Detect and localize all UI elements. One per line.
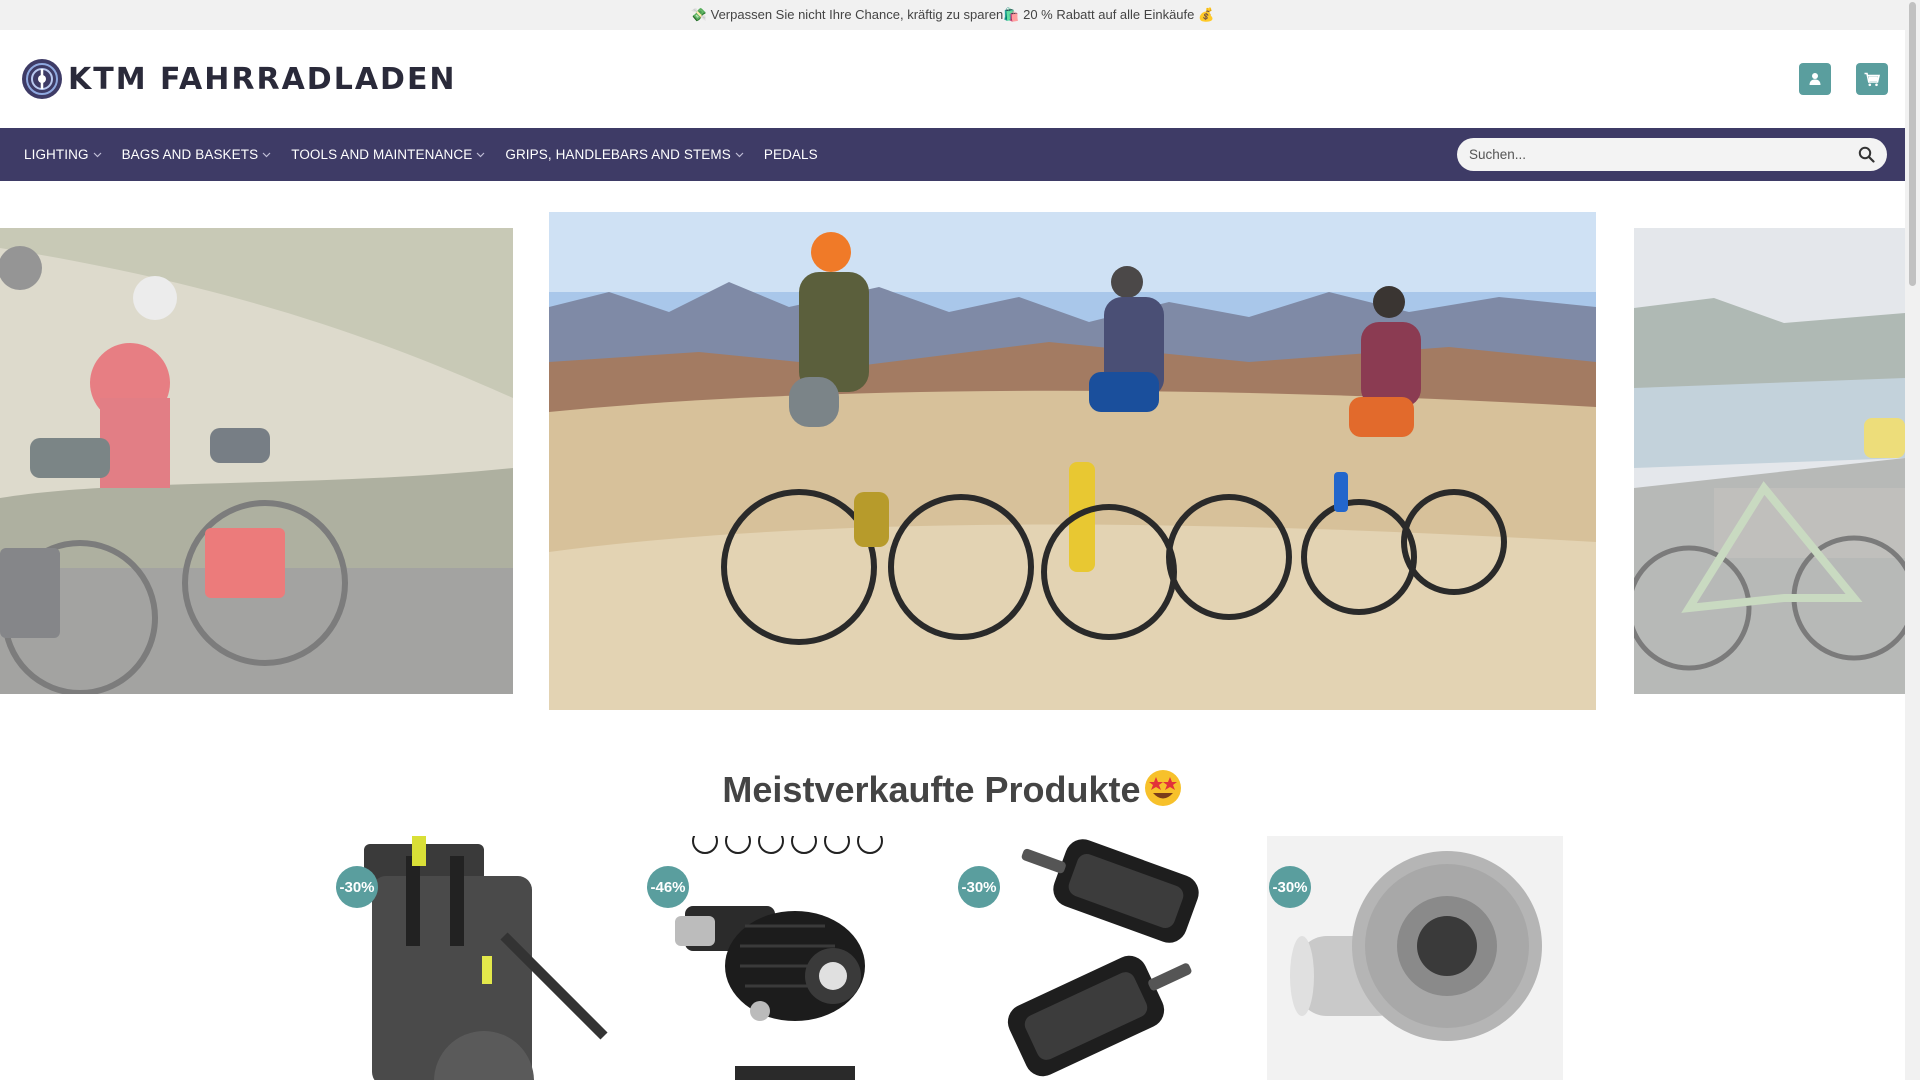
nav-item-label: TOOLS AND MAINTENANCE [291,147,473,162]
announcement-text: 💸 Verpassen Sie nicht Ihre Chance, kräft… [690,7,1215,22]
slide-left[interactable] [0,228,513,694]
nav-item-label: GRIPS, HANDLEBARS AND STEMS [505,147,731,162]
nav-item-grips-handlebars-stems[interactable]: GRIPS, HANDLEBARS AND STEMS [505,147,744,162]
chevron-down-icon [476,152,485,157]
user-icon [1809,73,1821,85]
logo-text: KTM FAHRRADLADEN [68,61,457,97]
cyclists-photo-left [0,228,513,694]
search-icon[interactable] [1858,146,1875,163]
page-scrollbar[interactable] [1905,0,1920,1080]
nav-item-pedals[interactable]: PEDALS [764,147,818,162]
nav-item-label: BAGS AND BASKETS [121,147,259,162]
nav-item-tools-and-maintenance[interactable]: TOOLS AND MAINTENANCE [291,147,485,162]
site-logo[interactable]: KTM FAHRRADLADEN [20,57,457,101]
product-image-black-pedals [956,836,1252,1080]
nav-item-label: PEDALS [763,147,818,162]
discount-badge: -30% [1269,866,1311,908]
product-image-bike-light [645,836,941,1080]
bikepacking-group-photo [549,212,1596,710]
hero-slider [0,181,1905,721]
chevron-down-icon [262,152,271,157]
product-card[interactable]: -30% [956,836,1252,1080]
discount-badge: -30% [958,866,1000,908]
product-card[interactable]: -46% [645,836,941,1080]
bestsellers-product-grid: -30% -46% -30% -30% [334,836,1564,1080]
slide-main[interactable] [549,212,1596,710]
product-card[interactable]: -30% [1267,836,1563,1080]
discount-badge: -30% [336,866,378,908]
site-header: KTM FAHRRADLADEN [0,30,1905,128]
nav-menu: LIGHTING BAGS AND BASKETS TOOLS AND MAIN… [24,128,838,181]
bestsellers-title: Meistverkaufte Produkte [0,768,1905,811]
nav-item-lighting[interactable]: LIGHTING [24,147,102,162]
slide-right[interactable] [1634,228,1905,694]
product-image-bottom-bracket-tool [1267,836,1563,1080]
cart-icon [1864,72,1880,86]
star-struck-emoji-icon [1144,770,1181,806]
cart-button[interactable] [1856,63,1888,95]
announcement-bar: 💸 Verpassen Sie nicht Ihre Chance, kräft… [0,0,1905,30]
search-box [1457,138,1887,171]
scrollbar-thumb[interactable] [1909,2,1916,286]
account-button[interactable] [1799,63,1831,95]
product-card[interactable]: -30% [334,836,630,1080]
search-input[interactable] [1457,138,1837,171]
logo-mark-icon [22,59,62,99]
nav-item-label: LIGHTING [24,147,89,162]
gravel-bike-photo [1634,228,1905,694]
bestsellers-title-text: Meistverkaufte Produkte [722,769,1141,810]
nav-item-bags-and-baskets[interactable]: BAGS AND BASKETS [122,147,272,162]
chevron-down-icon [735,152,744,157]
discount-badge: -46% [647,866,689,908]
product-image-grey-pannier-bag [334,836,630,1080]
chevron-down-icon [93,152,101,157]
main-navigation: LIGHTING BAGS AND BASKETS TOOLS AND MAIN… [0,128,1905,181]
